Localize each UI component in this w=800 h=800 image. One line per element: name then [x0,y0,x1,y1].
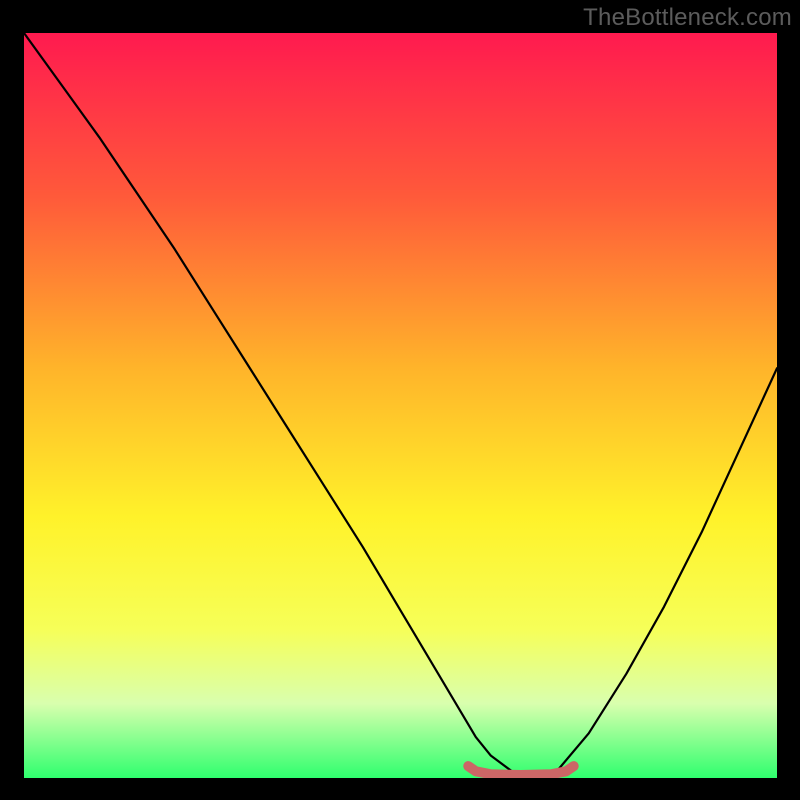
chart-svg-overlay [24,33,777,778]
attribution-label: TheBottleneck.com [583,4,792,32]
chart-plot-area [24,33,777,778]
chart-frame: TheBottleneck.com [0,0,800,800]
chart-curve-line [24,33,777,778]
chart-optimal-band [468,766,573,775]
